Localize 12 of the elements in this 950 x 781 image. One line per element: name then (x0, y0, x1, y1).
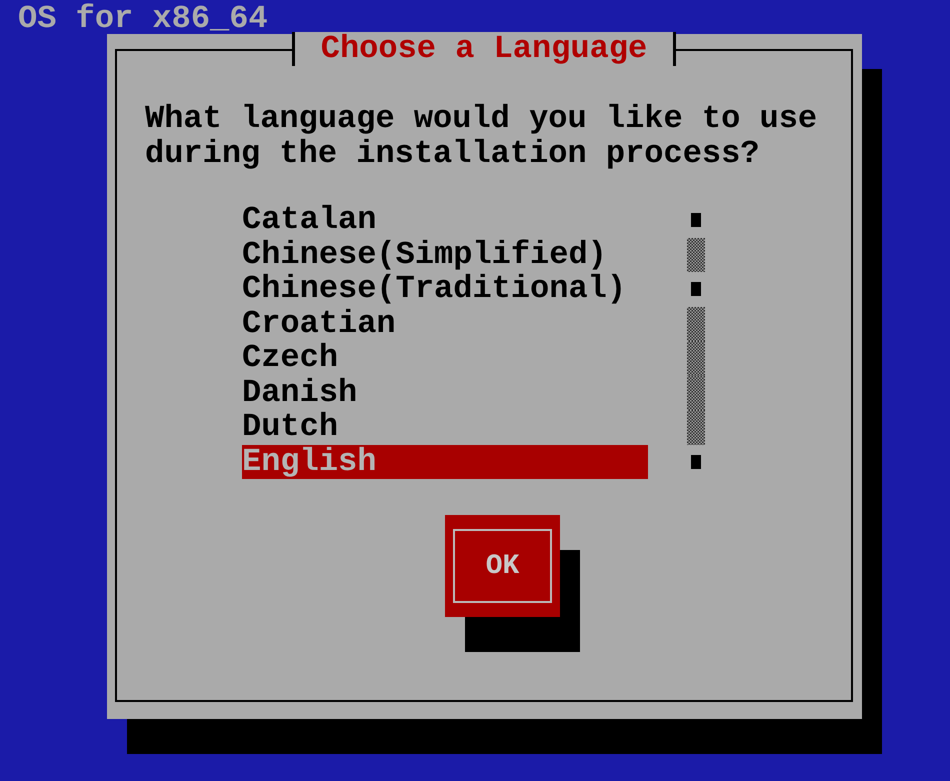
language-option[interactable]: Dutch (242, 410, 648, 444)
language-option[interactable]: Chinese(Simplified) (242, 238, 648, 272)
language-option[interactable]: Catalan (242, 203, 648, 238)
language-option[interactable]: English (242, 444, 648, 479)
language-option[interactable]: Chinese(Traditional) (242, 272, 648, 306)
language-option[interactable]: Croatian (242, 306, 648, 341)
dialog-title: Choose a Language (292, 32, 676, 66)
prompt-text: What language would you like to use during the installation process? (145, 102, 818, 171)
ok-button[interactable]: OK (445, 515, 560, 617)
language-option[interactable]: Czech (242, 341, 648, 376)
language-option[interactable]: Danish (242, 376, 648, 410)
screen-title: OS for x86_64 (18, 0, 268, 37)
